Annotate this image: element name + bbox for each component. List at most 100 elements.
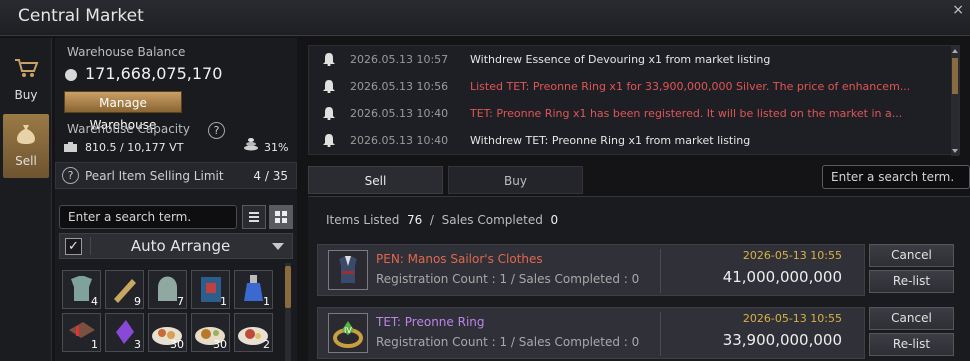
slot-count: 9 [134,295,141,308]
manage-warehouse-button[interactable]: Manage Warehouse [64,91,182,132]
grid-view-icon [275,211,287,223]
row-divider [660,249,661,293]
clothes-icon [329,251,367,289]
warehouse-capacity-value: 810.5 / 10,177 VT [85,141,184,154]
weight-icon [64,142,77,152]
slot-count: 1 [263,295,270,308]
warehouse-capacity-label: Warehouse Capacity [67,122,190,136]
cancel-button[interactable]: Cancel [869,307,954,330]
bell-icon [323,53,335,66]
log-row: 2026.05.13 10:40 Withdrew TET: Preonne R… [309,127,961,154]
item-date: 2026-05-13 10:55 [742,312,842,325]
auto-arrange-dropdown[interactable]: ✓ Auto Arrange [59,233,293,259]
capacity-help-icon[interactable]: ? [208,122,225,139]
log-time: 2026.05.13 10:56 [350,80,449,93]
ring-icon: IV [329,314,367,352]
log-time: 2026.05.13 10:40 [350,134,449,147]
sales-completed-value: 0 [550,213,559,227]
scroll-up-icon[interactable] [952,49,958,53]
items-listed-label: Items Listed [326,213,400,227]
log-scrollbar[interactable] [951,46,959,156]
tab-sell[interactable]: Sell [308,166,443,194]
bell-icon [323,80,335,93]
log-time: 2026.05.13 10:40 [350,107,449,120]
log-message: Listed TET: Preonne Ring x1 for 33,900,0… [470,80,911,93]
slot-count: 1 [220,295,227,308]
tab-buy[interactable]: Buy [448,166,583,194]
cancel-button[interactable]: Cancel [869,244,954,267]
silver-coin-icon [65,69,77,81]
sales-completed-label: Sales Completed [441,213,543,227]
window-title: Central Market [18,6,144,26]
inventory-slot[interactable]: 30 [191,313,230,352]
side-tab-bar: Buy Sell [0,38,52,361]
grid-view-button[interactable] [269,205,293,229]
side-tab-buy-label: Buy [14,88,38,102]
inventory-slot[interactable]: 4 [62,270,101,309]
scrollbar-thumb[interactable] [952,58,958,94]
money-bag-icon [17,125,35,144]
inventory-slot[interactable]: 2 [234,313,273,352]
svg-text:IV: IV [344,326,352,335]
market-search-input[interactable]: Enter a search term. [822,165,970,189]
close-button[interactable]: × [952,2,964,18]
slot-count: 1 [91,338,98,351]
list-view-button[interactable] [242,205,266,229]
pearl-limit-row: ? Pearl Item Selling Limit 4 / 35 [55,162,297,189]
item-date: 2026-05-13 10:55 [742,249,842,262]
inventory-search-input[interactable]: Enter a search term. [59,205,237,229]
pearl-limit-label: Pearl Item Selling Limit [85,169,224,183]
item-name: TET: Preonne Ring [376,315,485,329]
pearl-limit-count: 4 / 35 [253,169,288,183]
side-tab-sell[interactable]: Sell [3,114,49,178]
item-registration-info: Registration Count : 1 / Sales Completed… [376,272,640,286]
cart-icon [15,59,39,77]
inventory-slot[interactable]: 30 [148,313,187,352]
log-row: 2026.05.13 10:57 Withdrew Essence of Dev… [309,46,961,73]
item-price: 41,000,000,000 [722,268,842,286]
relist-button[interactable]: Re-list [869,270,954,293]
log-message: TET: Preonne Ring x1 has been registered… [470,107,903,120]
bell-icon [323,107,335,120]
warehouse-balance-value: 171,668,075,170 [85,64,223,83]
inventory-slot[interactable]: 7 [148,270,187,309]
inventory-slot[interactable]: 1 [234,270,273,309]
item-name: PEN: Manos Sailor's Clothes [376,252,543,266]
chevron-down-icon [272,243,284,250]
item-price: 33,900,000,000 [722,331,842,349]
inventory-slot[interactable]: 1 [191,270,230,309]
side-tab-sell-label: Sell [15,154,37,168]
listing-summary: Items Listed 76 / Sales Completed 0 [326,213,558,227]
slot-count: 2 [263,338,270,351]
slot-count: 3 [134,338,141,351]
listing-row[interactable]: PEN: Manos Sailor's Clothes Registration… [317,244,865,296]
warehouse-balance-label: Warehouse Balance [67,45,186,59]
summary-separator: / [429,213,434,227]
relist-button[interactable]: Re-list [869,333,954,356]
list-view-icon [249,212,259,222]
scrollbar-thumb[interactable] [285,266,291,308]
log-row: 2026.05.13 10:56 Listed TET: Preonne Rin… [309,73,961,100]
row-divider [660,312,661,356]
inventory-slot[interactable]: 1 [62,313,101,352]
items-listed-value: 76 [407,213,423,227]
item-registration-info: Registration Count : 1 / Sales Completed… [376,335,640,349]
listing-row[interactable]: IV TET: Preonne Ring Registration Count … [317,307,865,359]
listing-panel: Items Listed 76 / Sales Completed 0 PEN:… [308,196,970,361]
inventory-slot[interactable]: 9 [105,270,144,309]
window-titlebar: Central Market × [0,0,970,36]
item-thumbnail: IV [328,313,368,353]
inventory-slot[interactable]: 3 [105,313,144,352]
inventory-grid: 4 9 7 1 1 1 3 30 30 2 [62,270,278,361]
slot-count: 4 [91,295,98,308]
inventory-scrollbar[interactable] [285,263,291,361]
warehouse-capacity-percent: 31% [264,141,289,154]
auto-arrange-checkbox[interactable]: ✓ [65,238,82,255]
pearl-help-icon[interactable]: ? [62,167,79,184]
side-tab-buy[interactable]: Buy [3,48,49,112]
log-row: 2026.05.13 10:40 TET: Preonne Ring x1 ha… [309,100,961,127]
transaction-log: 2026.05.13 10:57 Withdrew Essence of Dev… [308,45,961,156]
bell-icon [323,134,335,147]
auto-arrange-label: Auto Arrange [90,237,270,255]
scroll-down-icon[interactable] [952,149,958,153]
